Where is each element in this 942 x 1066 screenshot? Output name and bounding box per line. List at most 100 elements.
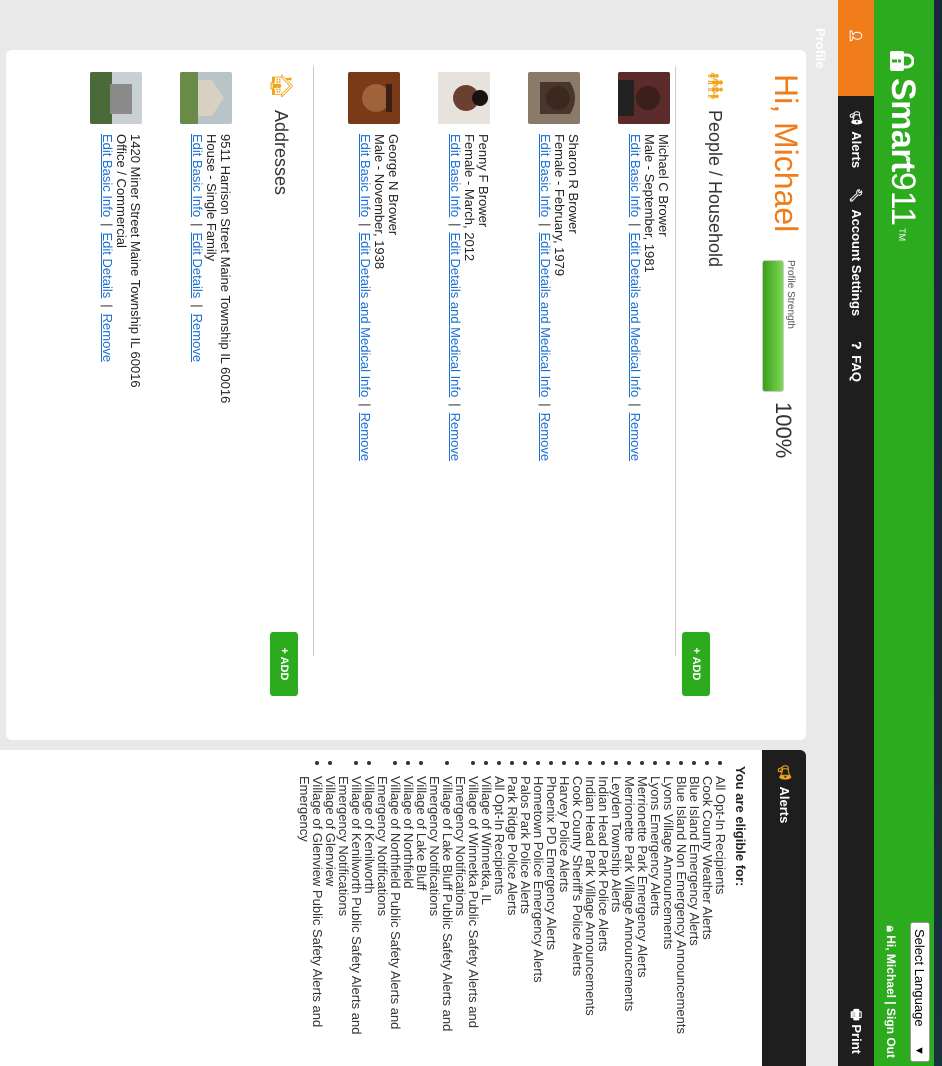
- edit-basic-info-link[interactable]: Edit Basic Info: [358, 134, 373, 217]
- addresses-divider: [313, 66, 314, 656]
- addresses-title-label: Addresses: [271, 109, 292, 195]
- add-address-button[interactable]: + ADD: [270, 632, 298, 696]
- people-section-title: 👪︎ People / Household: [702, 72, 728, 267]
- nav-tab-profile[interactable]: 👤︎ Profile: [813, 0, 874, 96]
- address-info: 9511 Harrison Street Maine Township IL 6…: [190, 134, 233, 404]
- brand-bar: Smart 911 TM Select Language ▼ 🔒︎ Hi, Mi…: [874, 0, 934, 1066]
- person-name: Michael C Brower: [656, 134, 671, 237]
- alerts-panel-title: Alerts: [777, 786, 792, 824]
- add-person-label: ADD: [690, 656, 702, 681]
- profile-strength-bar: [762, 260, 784, 392]
- alert-list-item: Village of Winnetka, IL: [479, 776, 494, 1066]
- address-photo-office: [90, 72, 142, 124]
- header: Smart 911 TM Select Language ▼ 🔒︎ Hi, Mi…: [813, 0, 934, 1066]
- profile-strength-label: Profile Strength: [785, 260, 796, 329]
- alert-list-item: Village of Kenilworth: [362, 776, 377, 1066]
- lock-icon: [890, 51, 915, 71]
- user-lock-icon: 🔒︎: [884, 925, 898, 932]
- edit-details-link[interactable]: Edit Details: [190, 233, 205, 299]
- nav-tab-account-settings[interactable]: 🔧︎ Account Settings: [838, 178, 874, 326]
- nav-tab-faq-label: FAQ: [849, 355, 864, 382]
- edit-basic-info-link[interactable]: Edit Basic Info: [100, 134, 115, 217]
- person-links: Edit Basic Info | Edit Details and Medical…: [448, 134, 463, 461]
- sign-out-link[interactable]: Sign Out: [884, 1008, 898, 1058]
- people-divider: [675, 66, 676, 656]
- nav-tab-alerts[interactable]: 📢︎ Alerts: [838, 100, 874, 178]
- link-separator: |: [538, 223, 553, 227]
- link-separator: |: [448, 403, 463, 407]
- alert-list-item: Village of Lake Bluff: [414, 776, 429, 1066]
- address-links: Edit Basic Info | Edit Details | Remove: [190, 134, 205, 403]
- alert-list-item: Blue Island Emergency Alerts: [687, 776, 702, 1066]
- smart911-logo[interactable]: Smart 911 TM: [883, 50, 922, 241]
- edit-basic-info-link[interactable]: Edit Basic Info: [190, 134, 205, 217]
- person-name: Penny F Brower: [476, 134, 491, 228]
- alert-list-item: Phoenix PD Emergency Alerts: [544, 776, 559, 1066]
- link-separator: |: [448, 223, 463, 227]
- alert-list-item: Hometown Police Emergency Alerts: [531, 776, 546, 1066]
- link-separator: |: [190, 223, 205, 227]
- person-info: Michael C Brower Male - September, 1981 …: [628, 134, 671, 461]
- person-links: Edit Basic Info | Edit Details and Medical…: [628, 134, 643, 461]
- print-label: Print: [849, 1024, 864, 1054]
- print-button[interactable]: 🖶 Print: [838, 1008, 874, 1054]
- remove-address-link[interactable]: Remove: [190, 314, 205, 362]
- alert-list-item: Indian Head Park Police Alerts: [596, 776, 611, 1066]
- person-info: George N Brower Male - November, 1938 Ed…: [358, 134, 401, 461]
- app-window: Smart 911 TM Select Language ▼ 🔒︎ Hi, Mi…: [0, 0, 942, 1066]
- wrench-icon: 🔧︎: [849, 188, 863, 204]
- alert-list-item: All Opt-In Recipients: [713, 776, 728, 1066]
- person-links: Edit Basic Info | Edit Details and Medical…: [538, 134, 553, 461]
- language-select[interactable]: Select Language ▼: [910, 922, 930, 1062]
- edit-details-medical-link[interactable]: Edit Details and Medical Info: [448, 233, 463, 398]
- remove-person-link[interactable]: Remove: [358, 413, 373, 461]
- address-type: House - Single Family: [204, 134, 219, 262]
- edit-basic-info-link[interactable]: Edit Basic Info: [538, 134, 553, 217]
- language-select-value: Select Language: [912, 929, 927, 1027]
- help-icon: ❓︎: [849, 342, 863, 350]
- person-photo-penny: [438, 72, 490, 124]
- alert-list-item: Indian Head Park Village Announcements: [583, 776, 598, 1066]
- nav-tab-account-settings-label: Account Settings: [849, 209, 864, 317]
- add-person-button[interactable]: + ADD: [682, 632, 710, 696]
- address-line: 9511 Harrison Street Maine Township IL 6…: [218, 134, 233, 404]
- person-info: Sharon R Brower Female - February, 1979 …: [538, 134, 581, 461]
- person-photo-michael: [618, 72, 670, 124]
- remove-address-link[interactable]: Remove: [100, 314, 115, 362]
- megaphone-icon: 📢︎: [777, 764, 792, 781]
- profile-strength-value: 100%: [771, 402, 796, 459]
- person-row: Penny F Brower Female - March, 2012 Edit…: [404, 72, 491, 632]
- alert-list-item: Cook County Sheriff's Police Alerts: [570, 776, 585, 1066]
- link-separator: |: [100, 223, 115, 227]
- greeting-link[interactable]: Hi, Michael: [884, 935, 898, 998]
- nav-tab-faq[interactable]: ❓︎ FAQ: [838, 332, 874, 392]
- alert-list-item: Village of Glenview Public Safety Alerts…: [297, 776, 325, 1066]
- edit-details-medical-link[interactable]: Edit Details and Medical Info: [628, 233, 643, 398]
- edit-details-medical-link[interactable]: Edit Details and Medical Info: [358, 233, 373, 398]
- person-row: Sharon R Brower Female - February, 1979 …: [494, 72, 581, 632]
- edit-basic-info-link[interactable]: Edit Basic Info: [628, 134, 643, 217]
- person-detail: Male - September, 1981: [642, 134, 657, 273]
- user-menu: 🔒︎ Hi, Michael | Sign Out: [883, 926, 898, 1058]
- link-separator: |: [628, 403, 643, 407]
- addresses-section-title: 🏠︎ Addresses: [268, 72, 294, 195]
- nav-tab-profile-label: Profile: [813, 28, 828, 69]
- edit-details-link[interactable]: Edit Details: [100, 233, 115, 299]
- alert-list-item: Merrionette Park Emergency Alerts: [635, 776, 650, 1066]
- person-detail: Male - November, 1938: [372, 134, 387, 270]
- people-household-icon: 👪︎: [703, 72, 728, 100]
- remove-person-link[interactable]: Remove: [538, 413, 553, 461]
- address-info: 1420 Miner Street Maine Township IL 6001…: [100, 134, 143, 388]
- house-icon: 🏠︎: [269, 72, 294, 100]
- person-photo-sharon: [528, 72, 580, 124]
- link-separator: |: [358, 403, 373, 407]
- profile-strength-fill: [763, 261, 783, 391]
- megaphone-icon: 📢︎: [849, 110, 863, 126]
- person-row: Michael C Brower Male - September, 1981 …: [584, 72, 671, 632]
- remove-person-link[interactable]: Remove: [628, 413, 643, 461]
- profile-card: Hi, Michael Profile Strength 100% 👪︎ Peo…: [6, 50, 806, 740]
- remove-person-link[interactable]: Remove: [448, 413, 463, 461]
- edit-basic-info-link[interactable]: Edit Basic Info: [448, 134, 463, 217]
- alert-list-item: All Opt-In Recipients: [492, 776, 507, 1066]
- edit-details-medical-link[interactable]: Edit Details and Medical Info: [538, 233, 553, 398]
